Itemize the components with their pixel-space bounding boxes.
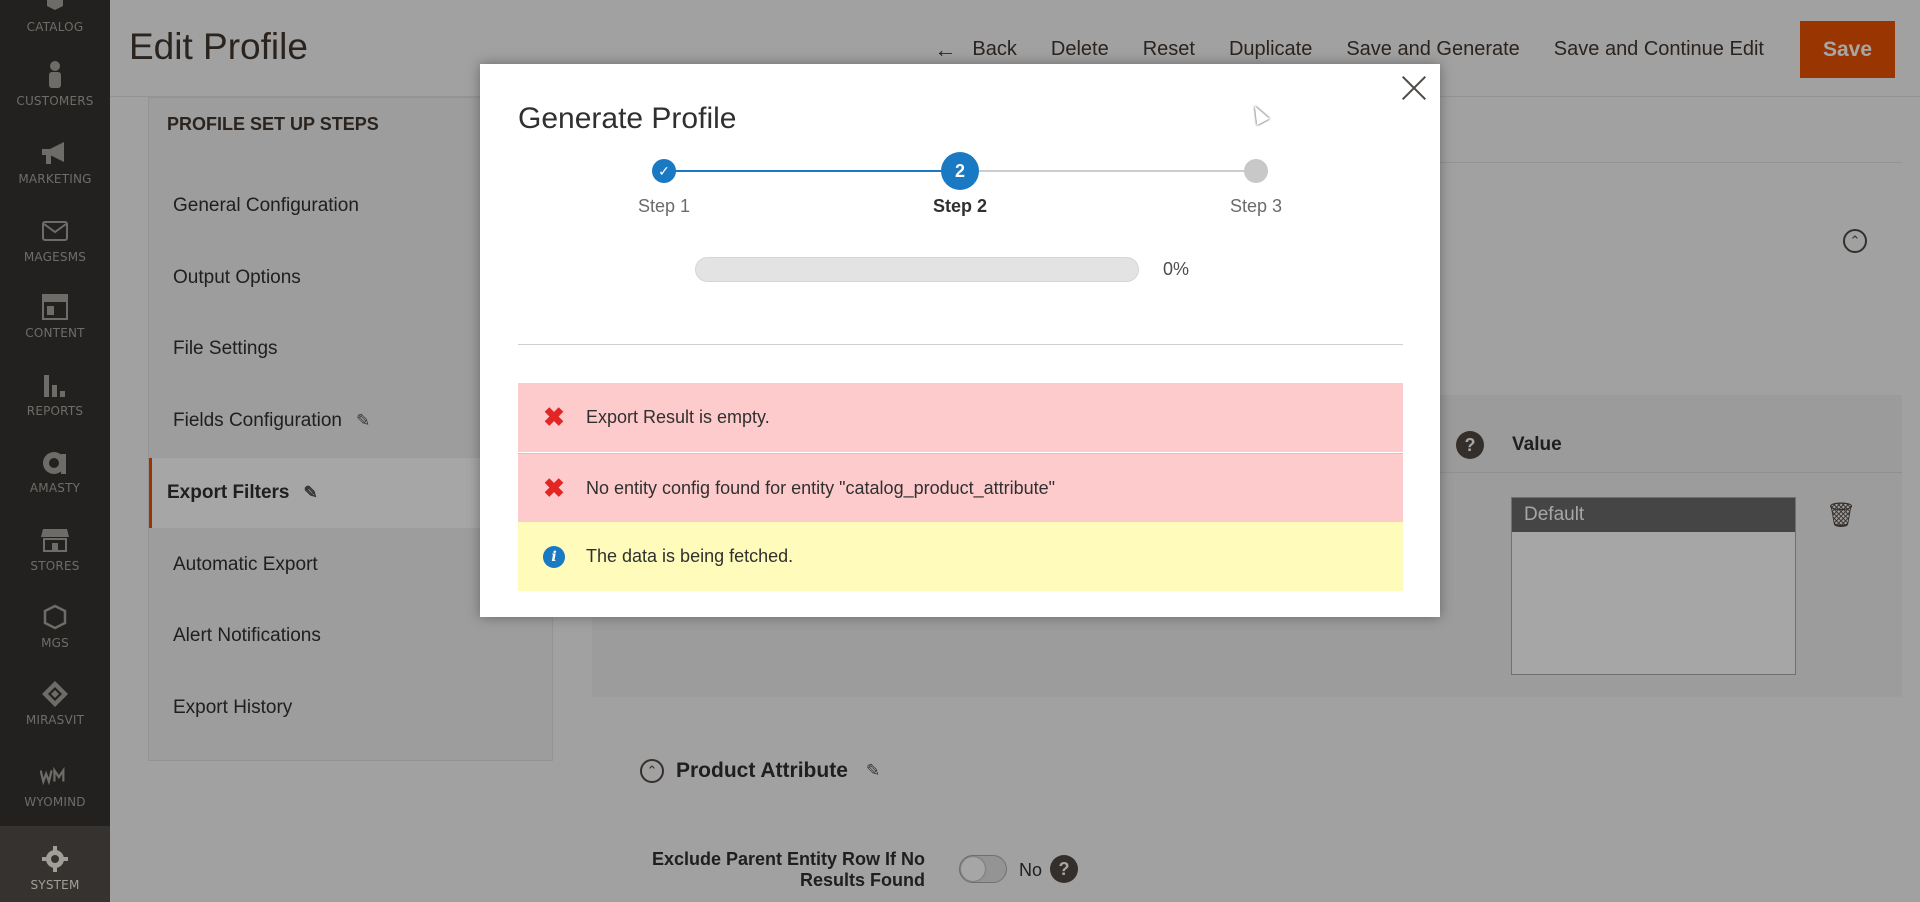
progress-stepper: ✓ 2 Step 1 Step 2 Step 3 <box>480 152 1440 222</box>
step-1-check-icon: ✓ <box>652 159 676 183</box>
message-text: The data is being fetched. <box>586 546 794 566</box>
generate-profile-modal: Generate Profile ✓ 2 Step 1 Step 2 Step … <box>480 64 1440 617</box>
message-text: Export Result is empty. <box>586 407 770 427</box>
message-text: No entity config found for entity "catal… <box>586 477 1056 498</box>
close-icon[interactable] <box>1397 71 1431 105</box>
stepper-track-pending <box>960 170 1256 172</box>
error-message: ✖ No entity config found for entity "cat… <box>518 453 1403 522</box>
stepper-track-complete <box>664 170 960 172</box>
step-2-label: Step 2 <box>932 196 988 216</box>
modal-divider <box>518 344 1403 345</box>
step-3-label: Step 3 <box>1229 196 1283 216</box>
step-2-marker: 2 <box>941 152 979 190</box>
error-x-icon: ✖ <box>543 402 565 432</box>
progress-percent: 0% <box>1163 259 1190 279</box>
notice-message: i The data is being fetched. <box>518 522 1403 591</box>
progress-bar <box>695 257 1139 282</box>
step-1-label: Step 1 <box>637 196 691 216</box>
modal-title: Generate Profile <box>518 102 737 135</box>
error-x-icon: ✖ <box>543 472 565 503</box>
info-icon: i <box>542 545 566 568</box>
step-3-marker <box>1244 159 1268 183</box>
error-message: ✖ Export Result is empty. <box>518 383 1403 452</box>
